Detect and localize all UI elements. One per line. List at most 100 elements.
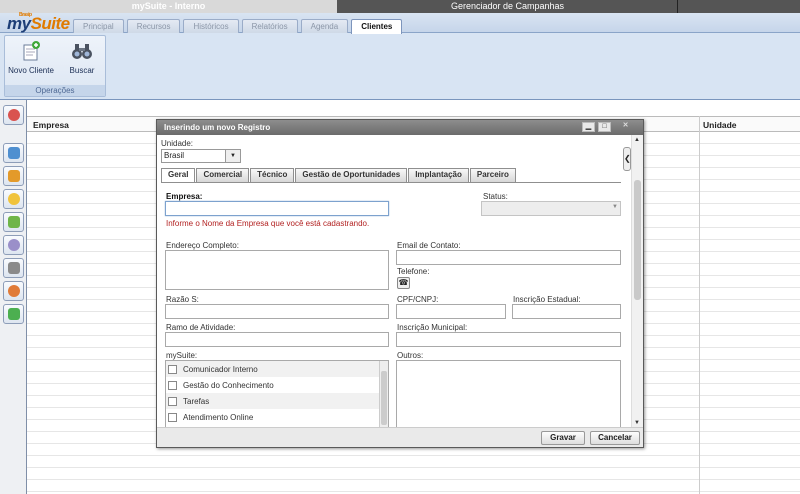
left-toolbar xyxy=(0,100,27,494)
checkbox[interactable] xyxy=(168,412,177,422)
cpf-label: CPF/CNPJ: xyxy=(397,295,439,304)
inscricao-estadual-input[interactable] xyxy=(512,304,621,319)
tab-implantacao[interactable]: Implantação xyxy=(408,168,469,182)
gravar-button[interactable]: Gravar xyxy=(541,431,585,445)
outros-textarea[interactable] xyxy=(396,360,621,428)
buscar-label: Buscar xyxy=(69,66,95,75)
tab-relatorios[interactable]: Relatórios xyxy=(241,19,298,33)
tab-historicos[interactable]: Históricos xyxy=(183,19,239,33)
novo-cliente-button[interactable]: Novo Cliente xyxy=(6,40,56,75)
document-edit-icon[interactable] xyxy=(3,143,24,163)
operacoes-group: Novo Cliente Buscar Operações xyxy=(4,35,106,97)
empresa-hint: Informe o Nome da Empresa que você está … xyxy=(166,219,370,228)
tab-parceiro[interactable]: Parceiro xyxy=(469,168,516,182)
phone-icon[interactable] xyxy=(3,258,24,278)
minimize-icon[interactable]: ▁ xyxy=(582,122,595,132)
cancelar-button[interactable]: Cancelar xyxy=(590,431,640,445)
menu-tabs: Principal Recursos Históricos Relatórios… xyxy=(73,19,405,34)
email-input[interactable] xyxy=(396,250,621,265)
endereco-textarea[interactable] xyxy=(165,250,389,290)
binoculars-icon xyxy=(71,40,93,62)
tab-agenda[interactable]: Agenda xyxy=(300,19,349,33)
razao-input[interactable] xyxy=(165,304,389,319)
scroll-down-icon[interactable]: ▼ xyxy=(634,420,640,426)
endereco-label: Endereço Completo: xyxy=(166,241,239,250)
status-dropdown-icon: ▼ xyxy=(612,204,618,210)
checkbox[interactable] xyxy=(168,396,177,406)
checkbox[interactable] xyxy=(168,380,177,390)
scroll-thumb[interactable] xyxy=(634,180,641,300)
tab-principal[interactable]: Principal xyxy=(73,19,124,33)
tab-mysuite-interno[interactable]: mySuite - Interno xyxy=(0,0,338,13)
dialog-title-bar: Inserindo um novo Registro ▁ □ ✕ xyxy=(157,120,643,135)
option-label: Tarefas xyxy=(183,396,210,406)
close-icon[interactable]: ✕ xyxy=(619,122,632,132)
logo-brand: Brasip xyxy=(19,12,32,18)
status-label: Status: xyxy=(483,192,508,201)
cpf-input[interactable] xyxy=(396,304,506,319)
dialog-footer: Gravar Cancelar xyxy=(157,427,643,447)
outros-label: Outros: xyxy=(397,351,424,360)
top-tab-filler xyxy=(678,0,800,13)
mysuite-logo: Brasip mySuite xyxy=(7,12,71,34)
ribbon: Brasip mySuite Principal Recursos Histór… xyxy=(0,12,800,100)
home-icon[interactable] xyxy=(3,105,24,125)
column-divider xyxy=(699,116,700,494)
option-label: Comunicador Interno xyxy=(183,364,258,374)
tab-tecnico[interactable]: Técnico xyxy=(250,168,295,182)
new-record-dialog: Inserindo um novo Registro ▁ □ ✕ Unidade… xyxy=(156,119,644,448)
unidade-select[interactable]: Brasil ▼ xyxy=(161,149,241,163)
chevron-down-icon[interactable]: ▼ xyxy=(225,150,240,162)
mysuite-checklist: Comunicador Interno Gestão do Conhecimen… xyxy=(165,360,389,428)
scroll-thumb[interactable] xyxy=(381,371,387,425)
clock-icon[interactable] xyxy=(3,189,24,209)
dialog-title: Inserindo um novo Registro xyxy=(164,123,271,132)
tab-geral[interactable]: Geral xyxy=(161,168,196,183)
checkbox[interactable] xyxy=(168,364,177,374)
inscricao-municipal-label: Inscrição Municipal: xyxy=(397,323,468,332)
network-icon[interactable] xyxy=(3,235,24,255)
checklist-scrollbar[interactable] xyxy=(379,361,388,428)
dialog-form: Unidade: Brasil ▼ ❮ Geral Comercial Técn… xyxy=(157,135,633,428)
email-label: Email de Contato: xyxy=(397,241,461,250)
form-tabs: Geral Comercial Técnico Gestão de Oportu… xyxy=(161,168,517,183)
status-select[interactable]: ▼ xyxy=(481,201,621,216)
empresa-input[interactable] xyxy=(165,201,389,216)
maximize-icon[interactable]: □ xyxy=(598,122,611,132)
logo-suite: Suite xyxy=(30,14,71,33)
tab-gerenciador-campanhas[interactable]: Gerenciador de Campanhas xyxy=(338,0,678,13)
tab-gestao-oportunidades[interactable]: Gestão de Oportunidades xyxy=(295,168,408,182)
option-label: Gestão do Conhecimento xyxy=(183,380,274,390)
refresh-icon[interactable] xyxy=(3,304,24,324)
list-item[interactable]: Atendimento Online xyxy=(166,409,388,425)
ramo-label: Ramo de Atividade: xyxy=(166,323,236,332)
option-label: Atendimento Online xyxy=(183,412,254,422)
buscar-button[interactable]: Buscar xyxy=(57,40,107,75)
user-icon[interactable] xyxy=(3,281,24,301)
unidade-label: Unidade: xyxy=(161,139,194,148)
tab-recursos[interactable]: Recursos xyxy=(126,19,181,33)
new-client-icon xyxy=(20,40,42,62)
scroll-up-icon[interactable]: ▲ xyxy=(634,137,640,143)
list-item[interactable]: Gestão do Conhecimento xyxy=(166,377,388,393)
telephone-icon[interactable]: ☎ xyxy=(397,277,410,289)
ramo-input[interactable] xyxy=(165,332,389,347)
list-item[interactable]: Tarefas xyxy=(166,393,388,409)
novo-cliente-label: Novo Cliente xyxy=(8,66,54,75)
top-tab-bar: mySuite - Interno Gerenciador de Campanh… xyxy=(0,0,800,13)
dialog-scrollbar[interactable]: ▲ ▼ xyxy=(631,135,643,428)
stack-icon[interactable] xyxy=(3,212,24,232)
razao-label: Razão S: xyxy=(166,295,199,304)
empresa-label: Empresa: xyxy=(166,192,203,201)
tab-clientes[interactable]: Clientes xyxy=(351,19,403,34)
telefone-label: Telefone: xyxy=(397,267,430,276)
mysuite-label: mySuite: xyxy=(166,351,198,360)
collapse-panel-button[interactable]: ❮ xyxy=(623,147,631,171)
list-item[interactable]: Comunicador Interno xyxy=(166,361,388,377)
column-empresa[interactable]: Empresa xyxy=(33,120,69,130)
tab-underline xyxy=(161,182,621,183)
tab-comercial[interactable]: Comercial xyxy=(196,168,250,182)
column-unidade[interactable]: Unidade xyxy=(703,120,737,130)
inscricao-municipal-input[interactable] xyxy=(396,332,621,347)
contacts-icon[interactable] xyxy=(3,166,24,186)
